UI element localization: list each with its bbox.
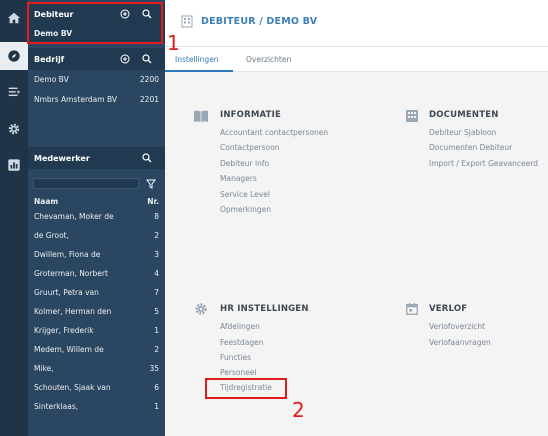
employee-number: 2: [154, 231, 159, 240]
bedrijf-name: Demo BV: [34, 75, 69, 84]
link-service-level[interactable]: Service Level: [220, 190, 270, 199]
table-row[interactable]: Chevaman, Moker de 8: [28, 207, 165, 226]
employee-number: 35: [149, 364, 159, 373]
book-icon: [194, 110, 208, 122]
list-icon[interactable]: [0, 78, 28, 106]
table-row[interactable]: Mike, 35: [28, 359, 165, 378]
table-row[interactable]: de Groot, 2: [28, 226, 165, 245]
employee-name: Gruurt, Petra van: [34, 288, 99, 297]
breadcrumb: DEBITEUR / DEMO BV: [201, 16, 318, 27]
employee-number: 6: [154, 383, 159, 392]
link-functies[interactable]: Functies: [220, 353, 251, 362]
section-title-documenten: DOCUMENTEN: [429, 110, 499, 120]
employee-number: 8: [154, 212, 159, 221]
link-import-export[interactable]: Import / Export Geavanceerd: [429, 159, 538, 168]
employee-number: 1: [154, 326, 159, 335]
column-header-number: Nr.: [147, 196, 159, 206]
building-icon: [181, 15, 193, 28]
link-opmerkingen[interactable]: Opmerkingen: [220, 205, 271, 214]
section-title-informatie: INFORMATIE: [220, 110, 281, 120]
annotation-number: 1: [167, 31, 180, 55]
list-item[interactable]: Demo BV 2200: [28, 70, 165, 89]
section-title-verlof: VERLOF: [429, 304, 468, 314]
chart-icon[interactable]: [0, 151, 28, 179]
link-managers[interactable]: Managers: [220, 174, 257, 183]
table-row[interactable]: Groterman, Norbert 4: [28, 264, 165, 283]
table-row[interactable]: Sinterklaas, 1: [28, 397, 165, 416]
employee-number: 1: [154, 402, 159, 411]
column-header-name: Naam: [34, 196, 59, 206]
search-icon[interactable]: [142, 54, 152, 64]
add-icon[interactable]: [120, 54, 130, 64]
employee-name: Medem, Willem de: [34, 345, 104, 354]
compass-icon[interactable]: [0, 42, 28, 70]
bedrijf-title: Bedrijf: [34, 54, 65, 64]
employee-name: de Groot,: [34, 231, 69, 240]
link-contactpersoon[interactable]: Contactpersoon: [220, 143, 279, 152]
highlight-box-debiteur: [27, 2, 163, 44]
link-personeel[interactable]: Personeel: [220, 368, 257, 377]
link-afdelingen[interactable]: Afdelingen: [220, 322, 260, 331]
table-row[interactable]: Krijger, Frederik 1: [28, 321, 165, 340]
tab-bar: Instellingen Overzichten: [165, 46, 548, 72]
employee-number: 5: [154, 307, 159, 316]
medewerker-title: Medewerker: [34, 153, 90, 163]
employee-name: Krijger, Frederik: [34, 326, 94, 335]
section-title-hr-instellingen: HR INSTELLINGEN: [220, 304, 309, 314]
employee-name: Mike,: [34, 364, 54, 373]
bedrijf-number: 2201: [139, 95, 159, 104]
list-item[interactable]: Nmbrs Amsterdam BV 2201: [28, 90, 165, 109]
employee-name: Chevaman, Moker de: [34, 212, 114, 221]
building-icon: [406, 110, 418, 122]
employee-number: 3: [154, 250, 159, 259]
search-icon[interactable]: [142, 153, 152, 163]
employee-name: Kolmer, Herman den: [34, 307, 112, 316]
side-panel: Debiteur Demo BV Bedrijf Demo BV 2200 Nm…: [28, 0, 165, 436]
link-documenten-debiteur[interactable]: Documenten Debiteur: [429, 143, 512, 152]
employee-number: 7: [154, 288, 159, 297]
table-row[interactable]: Medem, Willem de 2: [28, 340, 165, 359]
filter-input[interactable]: [33, 178, 139, 189]
calendar-icon: [406, 302, 418, 315]
table-row[interactable]: Schouten, Sjaak van 6: [28, 378, 165, 397]
table-row[interactable]: Dwillem, Fiona de 3: [28, 245, 165, 264]
highlight-box-tijdregistratie: [205, 378, 287, 399]
tab-overzichten[interactable]: Overzichten: [246, 55, 291, 64]
link-debiteur-info[interactable]: Debiteur info: [220, 159, 269, 168]
employee-name: Groterman, Norbert: [34, 269, 108, 278]
icon-rail: [0, 0, 28, 436]
employee-name: Sinterklaas,: [34, 402, 79, 411]
link-verlofaanvragen[interactable]: Verlofaanvragen: [429, 338, 491, 347]
employee-number: 4: [154, 269, 159, 278]
annotation-number: 2: [292, 398, 305, 422]
employee-name: Dwillem, Fiona de: [34, 250, 101, 259]
table-row[interactable]: Gruurt, Petra van 7: [28, 283, 165, 302]
link-feestdagen[interactable]: Feestdagen: [220, 338, 263, 347]
link-debiteur-sjabloon[interactable]: Debiteur Sjabloon: [429, 128, 496, 137]
filter-icon[interactable]: [146, 179, 156, 189]
employee-number: 2: [154, 345, 159, 354]
table-row[interactable]: Kolmer, Herman den 5: [28, 302, 165, 321]
gear-icon: [195, 303, 207, 315]
bedrijf-name: Nmbrs Amsterdam BV: [34, 95, 117, 104]
top-bar: DEBITEUR / DEMO BV: [165, 0, 548, 46]
bedrijf-header: Bedrijf: [28, 48, 165, 70]
link-accountant-contactpersonen[interactable]: Accountant contactpersonen: [220, 128, 328, 137]
bedrijf-number: 2200: [139, 75, 159, 84]
employee-name: Schouten, Sjaak van: [34, 383, 111, 392]
tab-instellingen[interactable]: Instellingen: [175, 55, 219, 64]
home-icon[interactable]: [0, 4, 28, 32]
link-verlofoverzicht[interactable]: Verlofoverzicht: [429, 322, 485, 331]
medewerker-header: Medewerker: [28, 147, 165, 169]
gear-icon[interactable]: [0, 115, 28, 143]
